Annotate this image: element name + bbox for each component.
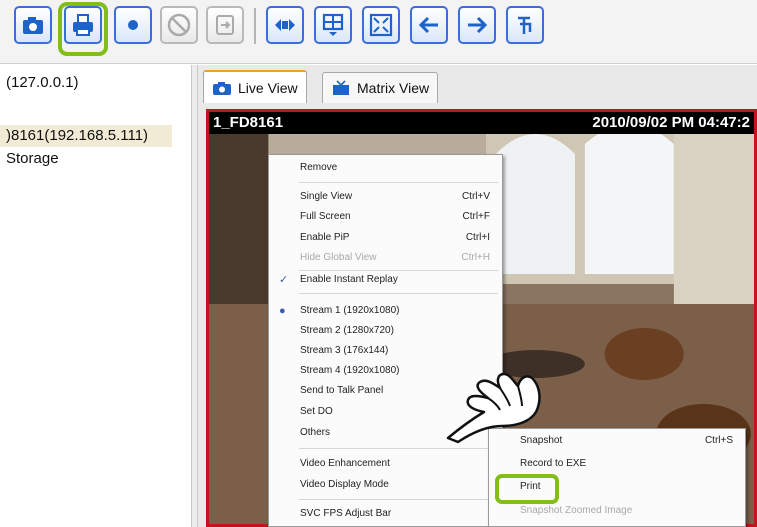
menu-item-label: Video Display Mode xyxy=(300,479,389,490)
menu-item-label: Set DO xyxy=(300,406,333,417)
patrol-icon xyxy=(518,16,532,34)
menu-item-label: Single View xyxy=(300,191,353,202)
matrix-layout-button[interactable] xyxy=(314,6,352,44)
menu-item-label: Send to Talk Panel xyxy=(300,385,384,396)
context-menu: Remove Single View Ctrl+V Full Screen Ctrl… xyxy=(268,154,503,527)
camera-icon xyxy=(213,81,231,95)
toolbar-separator xyxy=(254,8,256,44)
menu-shortcut: Ctrl+S xyxy=(704,435,733,446)
arrow-left-icon xyxy=(418,16,438,34)
menu-item-enable-pip[interactable]: Enable PiP Ctrl+I xyxy=(269,228,502,248)
tree-item-label: )8161(192.168.5.111) xyxy=(6,127,149,144)
fullscreen-icon xyxy=(369,13,393,37)
ptz-button[interactable] xyxy=(266,6,304,44)
print-item-highlight xyxy=(495,474,559,504)
menu-separator xyxy=(299,182,498,183)
panel-splitter[interactable] xyxy=(191,65,198,527)
menu-item-label: Others xyxy=(300,427,331,438)
menu-item-label: Remove xyxy=(300,162,338,173)
menu-shortcut: Ctrl+F xyxy=(462,211,491,222)
menu-item-stream-1[interactable]: ● Stream 1 (1920x1080) xyxy=(269,301,502,321)
camera-title-bar: 1_FD8161 2010/09/02 PM 04:47:2 xyxy=(209,112,754,134)
menu-item-svc-fps-adjust-bar[interactable]: SVC FPS Adjust Bar xyxy=(269,504,502,524)
radio-dot-icon: ● xyxy=(279,305,286,317)
checkmark-icon: ✓ xyxy=(279,274,289,286)
menu-item-label: Snapshot Zoomed Image xyxy=(520,505,633,516)
menu-item-single-view[interactable]: Single View Ctrl+V xyxy=(269,187,502,207)
tab-live-view[interactable]: Live View xyxy=(203,70,307,103)
main-toolbar xyxy=(0,0,757,64)
menu-item-stream-2[interactable]: Stream 2 (1280x720) xyxy=(269,321,502,341)
fullscreen-button[interactable] xyxy=(362,6,400,44)
menu-item-stream-3[interactable]: Stream 3 (176x144) xyxy=(269,341,502,361)
menu-item-remove[interactable]: Remove xyxy=(269,158,502,178)
menu-item-label: SVC FPS Adjust Bar xyxy=(300,508,392,519)
menu-item-label: Video Enhancement xyxy=(300,458,390,469)
menu-item-snapshot-zoomed-image[interactable]: Snapshot Zoomed Image xyxy=(489,501,745,521)
arrow-right-icon xyxy=(468,16,488,34)
menu-item-hide-global-view[interactable]: Hide Global View Ctrl+H xyxy=(269,248,502,268)
tab-label: Live View xyxy=(238,79,298,96)
patrol-button[interactable] xyxy=(506,6,544,44)
menu-item-label: Stream 1 (1920x1080) xyxy=(300,305,400,316)
camera-icon xyxy=(23,17,43,34)
disable-button[interactable] xyxy=(160,6,198,44)
tab-label: Matrix View xyxy=(357,80,430,96)
tree-item-camera[interactable]: )8161(192.168.5.111) xyxy=(0,125,172,147)
menu-item-label: Enable PiP xyxy=(300,232,350,243)
no-entry-icon xyxy=(167,13,191,37)
menu-item-label: Stream 4 (1920x1080) xyxy=(300,365,400,376)
export-button[interactable] xyxy=(206,6,244,44)
camera-timestamp: 2010/09/02 PM 04:47:2 xyxy=(592,114,750,131)
menu-separator xyxy=(299,499,498,500)
tree-item-server[interactable]: (127.0.0.1) xyxy=(0,72,79,94)
menu-shortcut: Ctrl+I xyxy=(465,232,490,243)
next-button[interactable] xyxy=(458,6,496,44)
previous-button[interactable] xyxy=(410,6,448,44)
menu-item-video-enhancement[interactable]: Video Enhancement xyxy=(269,454,502,474)
menu-item-label: Hide Global View xyxy=(300,252,377,263)
ptz-icon xyxy=(275,19,295,31)
snapshot-button[interactable] xyxy=(14,6,52,44)
menu-item-full-screen[interactable]: Full Screen Ctrl+F xyxy=(269,207,502,227)
tab-matrix-view[interactable]: Matrix View xyxy=(322,72,439,103)
menu-item-record-to-exe[interactable]: Record to EXE xyxy=(489,454,745,474)
menu-item-video-display-mode[interactable]: Video Display Mode xyxy=(269,475,502,495)
tree-item-label: (127.0.0.1) xyxy=(6,74,79,91)
menu-item-label: Record to EXE xyxy=(520,458,587,469)
menu-separator xyxy=(299,448,498,449)
camera-name: 1_FD8161 xyxy=(213,114,284,131)
menu-item-label: Stream 2 (1280x720) xyxy=(300,325,394,336)
matrix-layout-icon xyxy=(322,13,344,36)
menu-item-label: Full Screen xyxy=(300,211,351,222)
export-icon xyxy=(216,15,234,35)
matrix-view-icon xyxy=(333,80,349,95)
tree-item-label: Storage xyxy=(6,150,59,167)
menu-item-label: Stream 3 (176x144) xyxy=(300,345,389,356)
record-dot-icon xyxy=(128,20,138,30)
device-tree: (127.0.0.1) )8161(192.168.5.111) Storage xyxy=(0,65,191,527)
tree-item-storage[interactable]: Storage xyxy=(0,148,59,170)
menu-item-label: Enable Instant Replay xyxy=(300,274,398,285)
menu-shortcut: Ctrl+V xyxy=(461,191,490,202)
menu-separator xyxy=(299,293,498,294)
menu-item-enable-instant-replay[interactable]: ✓ Enable Instant Replay xyxy=(269,270,502,290)
record-button[interactable] xyxy=(114,6,152,44)
hand-pointer-icon xyxy=(446,372,541,444)
print-button-highlight xyxy=(58,2,108,56)
menu-shortcut: Ctrl+H xyxy=(461,252,490,263)
